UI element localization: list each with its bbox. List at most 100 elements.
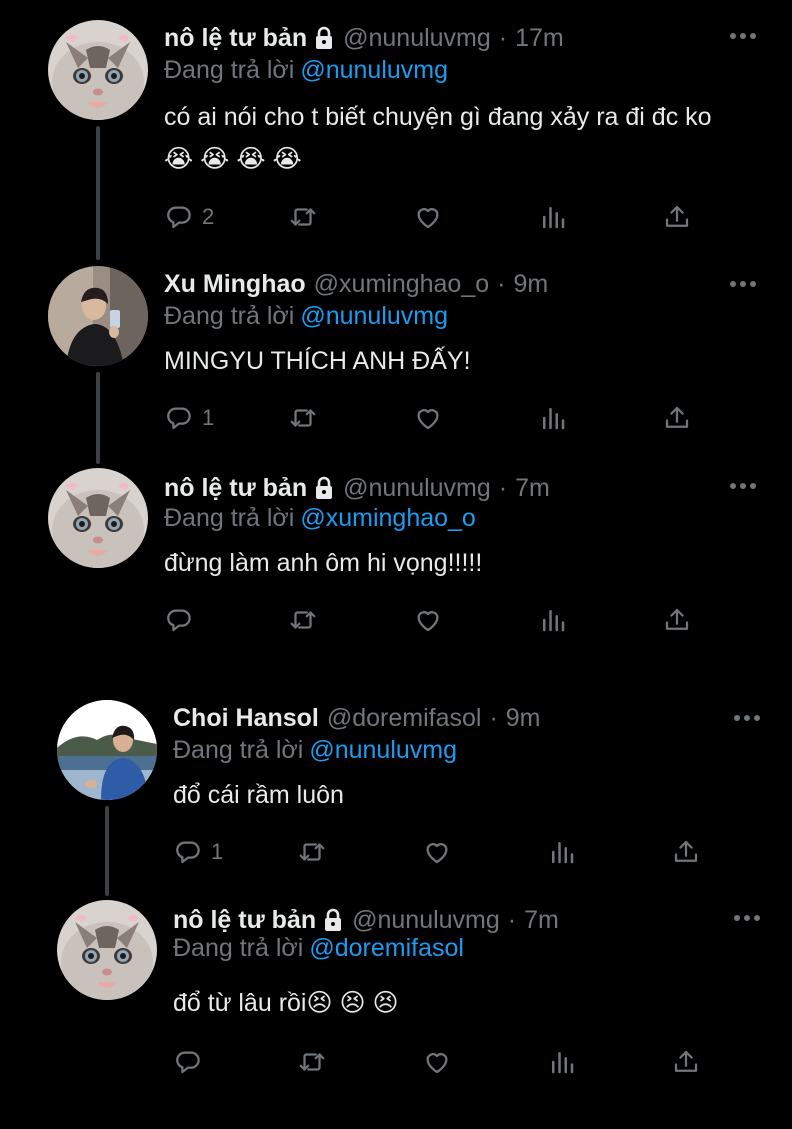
tweet-header: Choi Hansol @doremifasol · 9m	[173, 702, 541, 734]
replying-to: Đang trả lời @xuminghao_o	[164, 504, 476, 533]
analytics-icon	[547, 1047, 577, 1077]
reply-icon	[173, 1047, 203, 1077]
tweet-text: đổ từ lâu rồi😣 😣 😣	[173, 989, 399, 1017]
handle[interactable]: @nunuluvmg	[343, 474, 491, 503]
display-name[interactable]: nô lệ tư bản	[164, 474, 307, 503]
reply-icon	[173, 837, 203, 867]
share-icon	[662, 202, 692, 232]
reply-button[interactable]	[164, 600, 194, 640]
like-button[interactable]	[413, 197, 443, 237]
retweet-icon	[288, 403, 318, 433]
views-button[interactable]	[547, 1042, 577, 1082]
timestamp[interactable]: 17m	[515, 24, 564, 53]
reply-count: 1	[202, 405, 215, 430]
heart-icon	[422, 1047, 452, 1077]
like-button[interactable]	[413, 398, 443, 438]
more-icon[interactable]	[734, 712, 760, 724]
more-icon[interactable]	[730, 278, 756, 290]
handle[interactable]: @nunuluvmg	[352, 906, 500, 935]
avatar[interactable]	[48, 266, 148, 366]
retweet-icon	[288, 605, 318, 635]
views-button[interactable]	[547, 832, 577, 872]
tweet-header: nô lệ tư bản @nunuluvmg · 17m	[164, 22, 564, 54]
like-button[interactable]	[422, 832, 452, 872]
timestamp[interactable]: 7m	[515, 474, 550, 503]
analytics-icon	[547, 837, 577, 867]
display-name[interactable]: nô lệ tư bản	[173, 906, 316, 935]
action-bar	[173, 1042, 733, 1082]
views-button[interactable]	[538, 398, 568, 438]
tweet-text: MINGYU THÍCH ANH ĐẤY!	[164, 347, 471, 375]
tweet[interactable]: nô lệ tư bản @nunuluvmg · 7m Đang trả lờ…	[0, 466, 792, 666]
more-icon[interactable]	[734, 912, 760, 924]
action-bar: 2	[164, 197, 724, 237]
tweet-text: đổ cái rầm luôn	[173, 781, 344, 809]
person-avatar-image	[48, 266, 148, 366]
share-button[interactable]	[671, 832, 701, 872]
reply-count: 2	[202, 204, 215, 229]
retweet-button[interactable]	[288, 398, 318, 438]
tweet[interactable]: Xu Minghao @xuminghao_o · 9m Đang trả lờ…	[0, 262, 792, 464]
reply-button[interactable]	[173, 1042, 203, 1082]
avatar[interactable]	[57, 900, 157, 1000]
timestamp[interactable]: 7m	[524, 906, 559, 935]
retweet-button[interactable]	[288, 197, 318, 237]
mention-link[interactable]: @xuminghao_o	[300, 504, 476, 532]
share-button[interactable]	[662, 600, 692, 640]
reply-icon	[164, 403, 194, 433]
retweet-icon	[288, 202, 318, 232]
reply-button[interactable]: 1	[164, 398, 214, 438]
share-button[interactable]	[662, 398, 692, 438]
heart-icon	[413, 605, 443, 635]
like-button[interactable]	[422, 1042, 452, 1082]
replying-to: Đang trả lời @nunuluvmg	[173, 736, 457, 765]
retweet-button[interactable]	[288, 600, 318, 640]
mention-link[interactable]: @nunuluvmg	[309, 736, 457, 764]
avatar[interactable]	[48, 468, 148, 568]
handle[interactable]: @doremifasol	[327, 704, 482, 733]
replying-to: Đang trả lời @nunuluvmg	[164, 56, 448, 85]
action-bar: 1	[173, 832, 733, 872]
mention-link[interactable]: @doremifasol	[309, 934, 464, 962]
heart-icon	[422, 837, 452, 867]
retweet-icon	[297, 837, 327, 867]
more-icon[interactable]	[730, 480, 756, 492]
share-icon	[671, 1047, 701, 1077]
handle[interactable]: @nunuluvmg	[343, 24, 491, 53]
retweet-button[interactable]	[297, 1042, 327, 1082]
handle[interactable]: @xuminghao_o	[314, 270, 490, 299]
display-name[interactable]: nô lệ tư bản	[164, 24, 307, 53]
thread-line	[105, 806, 109, 896]
tweet[interactable]: nô lệ tư bản @nunuluvmg · 17m Đang trả l…	[0, 0, 792, 260]
like-button[interactable]	[413, 600, 443, 640]
thread-line	[96, 126, 100, 260]
display-name[interactable]: Xu Minghao	[164, 270, 306, 299]
views-button[interactable]	[538, 197, 568, 237]
tweet[interactable]: Choi Hansol @doremifasol · 9m Đang trả l…	[0, 696, 792, 896]
more-icon[interactable]	[730, 30, 756, 42]
analytics-icon	[538, 605, 568, 635]
retweet-button[interactable]	[297, 832, 327, 872]
reply-icon	[164, 202, 194, 232]
timestamp[interactable]: 9m	[513, 270, 548, 299]
lock-icon	[313, 26, 335, 50]
reply-button[interactable]: 1	[173, 832, 223, 872]
mention-link[interactable]: @nunuluvmg	[300, 302, 448, 330]
avatar[interactable]	[48, 20, 148, 120]
share-button[interactable]	[671, 1042, 701, 1082]
separator-dot: ·	[497, 269, 506, 298]
share-button[interactable]	[662, 197, 692, 237]
separator-dot: ·	[507, 905, 517, 934]
heart-icon	[413, 202, 443, 232]
avatar[interactable]	[57, 700, 157, 800]
cat-avatar-image	[48, 20, 148, 120]
tweet[interactable]: nô lệ tư bản @nunuluvmg · 7m Đang trả lờ…	[0, 898, 792, 1098]
person-lake-avatar-image	[57, 700, 157, 800]
cat-avatar-image	[48, 468, 148, 568]
mention-link[interactable]: @nunuluvmg	[300, 56, 448, 84]
views-button[interactable]	[538, 600, 568, 640]
display-name[interactable]: Choi Hansol	[173, 704, 319, 733]
share-icon	[662, 605, 692, 635]
timestamp[interactable]: 9m	[506, 704, 541, 733]
reply-button[interactable]: 2	[164, 197, 214, 237]
